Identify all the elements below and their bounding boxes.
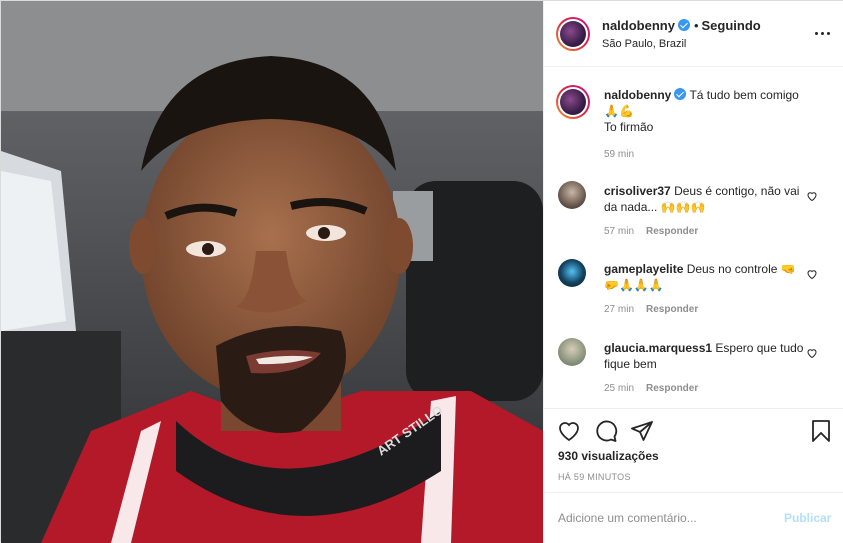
- caption-text: naldobenny Tá tudo bem comigo 🙏💪 To firm…: [604, 87, 814, 135]
- author-line: naldobenny • Seguindo: [602, 18, 761, 33]
- comment-username[interactable]: gameplayelite: [604, 262, 683, 276]
- post-header: naldobenny • Seguindo São Paulo, Brazil: [544, 1, 843, 67]
- comment-time: 25 min: [604, 383, 635, 394]
- add-comment-bar: Publicar: [544, 492, 843, 543]
- commenter-avatar[interactable]: [558, 259, 586, 287]
- caption-time: 59 min: [604, 149, 635, 160]
- comment-meta: 27 min Responder: [604, 304, 698, 315]
- reply-button[interactable]: Responder: [646, 226, 698, 237]
- comments-list[interactable]: naldobenny Tá tudo bem comigo 🙏💪 To firm…: [544, 68, 843, 408]
- publish-button[interactable]: Publicar: [784, 511, 831, 525]
- separator-dot: •: [693, 18, 699, 33]
- comment-text: glaucia.marquess1 Espero que tudo fique …: [604, 340, 810, 372]
- view-count[interactable]: 930 visualizações: [558, 449, 659, 463]
- caption-line2: To firmão: [604, 120, 654, 134]
- verified-icon: [674, 88, 687, 100]
- author-avatar[interactable]: [556, 17, 590, 51]
- comment-meta: 25 min Responder: [604, 383, 698, 394]
- verified-icon: [677, 19, 690, 31]
- comment-row: crisoliver37 Deus é contigo, não vai da …: [558, 181, 833, 241]
- location-link[interactable]: São Paulo, Brazil: [602, 38, 686, 50]
- like-heart-icon[interactable]: [557, 419, 581, 443]
- post-sidebar: naldobenny • Seguindo São Paulo, Brazil na…: [543, 1, 843, 543]
- video-player[interactable]: ART STILLO: [1, 1, 543, 543]
- commenter-avatar[interactable]: [558, 181, 586, 209]
- caption-avatar[interactable]: [556, 85, 590, 119]
- post-modal: ART STILLO naldobenny • Seguindo São Pau…: [0, 0, 843, 543]
- comment-time: 27 min: [604, 304, 635, 315]
- comment-username[interactable]: crisoliver37: [604, 184, 671, 198]
- author-username[interactable]: naldobenny: [602, 18, 675, 33]
- heart-icon[interactable]: [806, 190, 818, 202]
- reply-button[interactable]: Responder: [646, 383, 698, 394]
- caption-emojis: 🙏💪: [604, 104, 634, 118]
- heart-icon[interactable]: [806, 268, 818, 280]
- commenter-avatar[interactable]: [558, 338, 586, 366]
- reply-button[interactable]: Responder: [646, 304, 698, 315]
- comment-text: gameplayelite Deus no controle 🤜🤛🙏🙏🙏: [604, 261, 810, 293]
- comment-row: glaucia.marquess1 Espero que tudo fique …: [558, 338, 833, 398]
- comment-username[interactable]: glaucia.marquess1: [604, 341, 712, 355]
- bookmark-icon[interactable]: [809, 419, 833, 443]
- comment-meta: 57 min Responder: [604, 226, 698, 237]
- comment-text: crisoliver37 Deus é contigo, não vai da …: [604, 183, 810, 215]
- post-actions: 930 visualizações HÁ 59 MINUTOS: [544, 408, 843, 492]
- post-timestamp[interactable]: HÁ 59 MINUTOS: [558, 472, 631, 482]
- comment-icon[interactable]: [594, 419, 618, 443]
- comment-input[interactable]: [558, 508, 768, 528]
- share-icon[interactable]: [630, 419, 654, 443]
- caption-line1: Tá tudo bem comigo: [689, 88, 799, 102]
- heart-icon[interactable]: [806, 347, 818, 359]
- video-frame: ART STILLO: [1, 1, 543, 543]
- caption-row: naldobenny Tá tudo bem comigo 🙏💪 To firm…: [556, 85, 833, 165]
- comment-time: 57 min: [604, 226, 635, 237]
- more-options-icon[interactable]: [814, 25, 832, 43]
- following-button[interactable]: Seguindo: [702, 18, 761, 33]
- caption-username[interactable]: naldobenny: [604, 88, 671, 102]
- comment-row: gameplayelite Deus no controle 🤜🤛🙏🙏🙏 27 …: [558, 259, 833, 319]
